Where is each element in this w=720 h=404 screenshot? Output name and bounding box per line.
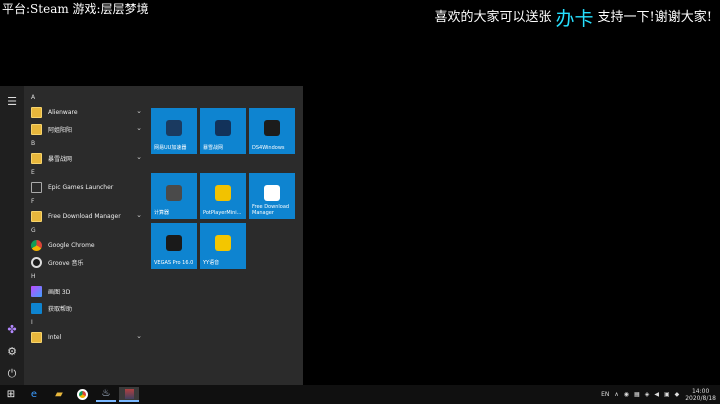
app-list-item[interactable]: Alienware ⌄: [24, 104, 148, 121]
user-avatar-icon[interactable]: ✤: [5, 322, 19, 336]
edge-icon[interactable]: e: [24, 387, 44, 402]
hamburger-menu-icon[interactable]: ☰: [5, 94, 19, 108]
tray-app2-icon[interactable]: ◈: [645, 391, 650, 398]
tile-label: VEGAS Pro 16.0: [154, 260, 194, 266]
tile[interactable]: Free Download Manager: [249, 173, 295, 219]
game-taskbar-icon[interactable]: [119, 387, 139, 402]
overlay-text-after: 支持一下!谢谢大家!: [597, 10, 712, 25]
yy-icon: [215, 235, 231, 251]
power-icon[interactable]: ⏻: [5, 367, 19, 381]
app-label: 画图 3D: [48, 289, 71, 296]
help-icon: [31, 303, 42, 314]
start-rail: ☰ ✤ ⚙ ⏻: [0, 86, 24, 385]
app-list-item[interactable]: Groove 音乐: [24, 254, 148, 271]
chrome-icon: [31, 240, 42, 251]
folder-icon: [31, 107, 42, 118]
steam-taskbar-icon[interactable]: ♨: [96, 387, 116, 402]
tile[interactable]: YY语音: [200, 223, 246, 269]
chevron-down-icon[interactable]: ⌄: [136, 332, 142, 340]
app-list: A Alienware ⌄ 阿姐阳阳 ⌄ B 暴雪战网 ⌄ E Epic Games Launch…: [24, 92, 148, 346]
app-list-item[interactable]: Google Chrome: [24, 237, 148, 254]
windows-start-icon[interactable]: ⊞: [1, 387, 21, 402]
section-letter[interactable]: G: [24, 225, 148, 237]
vegas-icon: [166, 235, 182, 251]
potplayer-icon: [215, 185, 231, 201]
tile[interactable]: PotPlayerMini...: [200, 173, 246, 219]
app-list-item[interactable]: Free Download Manager ⌄: [24, 208, 148, 225]
app-label: 暴雪战网: [48, 156, 73, 163]
groove-icon: [31, 257, 42, 268]
tile[interactable]: DS4Windows: [249, 108, 295, 154]
overlay-text-before: 喜欢的大家可以送张: [434, 10, 552, 25]
settings-gear-icon[interactable]: ⚙: [5, 344, 19, 358]
clock[interactable]: 14:00 2020/8/18: [685, 388, 716, 402]
tile-label: YY语音: [203, 260, 220, 266]
app-label: Intel: [48, 334, 62, 341]
app-label: Epic Games Launcher: [48, 184, 114, 191]
file-explorer-icon[interactable]: ▰: [49, 387, 69, 402]
paint3d-icon: [31, 286, 42, 297]
clock-time: 14:00: [691, 387, 710, 395]
app-label: 获取帮助: [48, 306, 73, 313]
tile-label: PotPlayerMini...: [203, 210, 242, 216]
tile[interactable]: VEGAS Pro 16.0: [151, 223, 197, 269]
app-label: Alienware: [48, 109, 78, 116]
chevron-down-icon[interactable]: ⌄: [136, 211, 142, 219]
language-indicator[interactable]: EN: [601, 391, 609, 398]
app-label: Google Chrome: [48, 242, 95, 249]
folder-icon: [31, 332, 42, 343]
volume-icon[interactable]: ◀: [654, 391, 659, 398]
section-letter[interactable]: A: [24, 92, 148, 104]
app-list-item[interactable]: 获取帮助: [24, 300, 148, 317]
folder-icon: [31, 124, 42, 135]
tile[interactable]: 计算器: [151, 173, 197, 219]
tile[interactable]: 暴雪战网: [200, 108, 246, 154]
app-list-item[interactable]: 画图 3D: [24, 283, 148, 300]
gamepad-icon: [264, 120, 280, 136]
chevron-down-icon[interactable]: ⌄: [136, 107, 142, 115]
app-list-item[interactable]: Epic Games Launcher: [24, 179, 148, 196]
stream-overlay-right: 喜欢的大家可以送张 办卡 支持一下!谢谢大家!: [434, 0, 712, 30]
fdm-icon: [264, 185, 280, 201]
chevron-down-icon[interactable]: ⌄: [136, 124, 142, 132]
tray-app4-icon[interactable]: ◆: [675, 391, 680, 398]
section-letter[interactable]: F: [24, 196, 148, 208]
battlenet-icon: [215, 120, 231, 136]
section-letter[interactable]: E: [24, 167, 148, 179]
taskbar: ⊞ e ▰ ♨ EN ∧ ◉ ▦ ◈ ◀ ▣ ◆ 14:00 2020/8/18: [0, 385, 720, 404]
uu-icon: [166, 120, 182, 136]
app-label: Groove 音乐: [48, 260, 84, 267]
section-letter[interactable]: H: [24, 271, 148, 283]
app-list-item[interactable]: 阿姐阳阳 ⌄: [24, 121, 148, 138]
system-tray: EN ∧ ◉ ▦ ◈ ◀ ▣ ◆ 14:00 2020/8/18: [596, 385, 716, 404]
folder-icon: [31, 153, 42, 164]
section-letter[interactable]: B: [24, 138, 148, 150]
tile-label: DS4Windows: [252, 145, 285, 151]
chevron-down-icon[interactable]: ⌄: [136, 153, 142, 161]
tray-chevron-icon[interactable]: ∧: [614, 391, 618, 398]
clock-date: 2020/8/18: [685, 394, 716, 402]
network-icon[interactable]: ▦: [634, 391, 640, 398]
tile-label: 网易UU加速器: [154, 145, 187, 151]
chrome-taskbar-icon[interactable]: [72, 387, 92, 402]
tile-label: 计算器: [154, 210, 170, 216]
app-label: 阿姐阳阳: [48, 127, 73, 134]
tile-label: Free Download Manager: [252, 204, 290, 216]
section-letter[interactable]: I: [24, 317, 148, 329]
app-label: Free Download Manager: [48, 213, 121, 220]
app-list-item[interactable]: Intel ⌄: [24, 329, 148, 346]
app-list-item[interactable]: 暴雪战网 ⌄: [24, 150, 148, 167]
tile[interactable]: 网易UU加速器: [151, 108, 197, 154]
calculator-icon: [166, 185, 182, 201]
epic-icon: [31, 182, 42, 193]
tray-app-icon[interactable]: ◉: [624, 391, 629, 398]
overlay-highlight: 办卡: [555, 8, 594, 30]
start-menu: ☰ ✤ ⚙ ⏻ A Alienware ⌄ 阿姐阳阳 ⌄ B 暴雪战网 ⌄ E Epic Game…: [0, 86, 303, 385]
tile-label: 暴雪战网: [203, 145, 224, 151]
folder-icon: [31, 211, 42, 222]
stream-overlay-left: 平台:Steam 游戏:层层梦境: [2, 2, 149, 16]
tray-app3-icon[interactable]: ▣: [664, 391, 670, 398]
